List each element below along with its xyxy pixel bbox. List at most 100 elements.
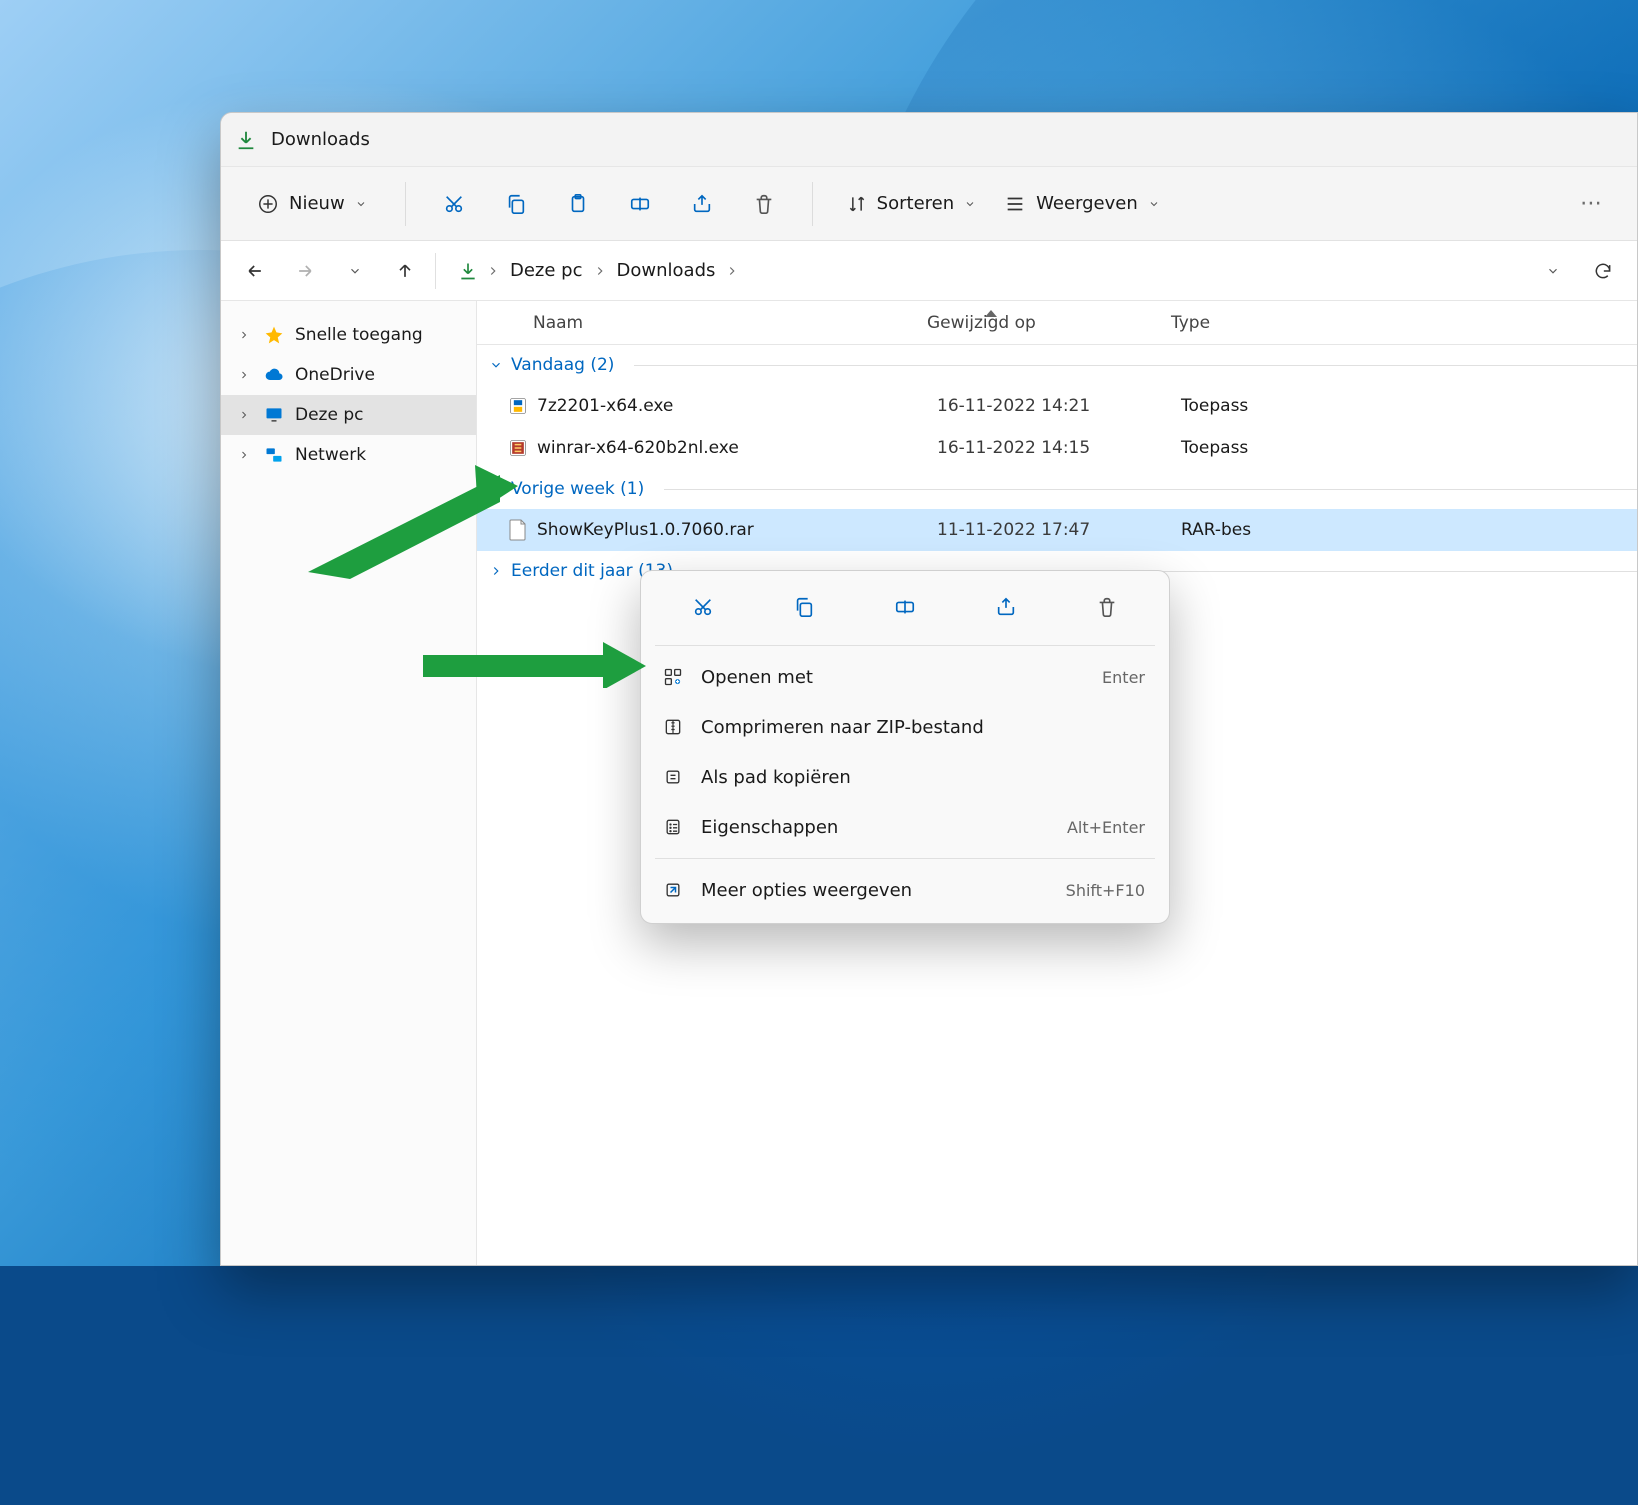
annotation-arrow: [418, 640, 648, 688]
ctx-item-label: Openen met: [691, 667, 1102, 688]
exe-icon: [503, 396, 533, 416]
sidebar: Snelle toegang OneDrive Deze pc: [221, 301, 477, 1265]
arrow-right-icon: [295, 261, 315, 281]
ctx-compress[interactable]: Comprimeren naar ZIP-bestand: [649, 702, 1161, 752]
chevron-down-icon: [489, 358, 503, 372]
overflow-button[interactable]: ⋯: [1567, 180, 1615, 228]
refresh-button[interactable]: [1583, 251, 1623, 291]
new-label: Nieuw: [289, 193, 345, 214]
ctx-more-options[interactable]: Meer opties weergeven Shift+F10: [649, 865, 1161, 915]
sidebar-item-label: Deze pc: [295, 405, 363, 425]
star-icon: [263, 325, 285, 345]
chevron-down-icon: [1546, 264, 1560, 278]
refresh-icon: [1593, 261, 1613, 281]
ctx-cut-button[interactable]: [681, 585, 725, 629]
chevron-down-icon: [355, 198, 367, 210]
sidebar-item-onedrive[interactable]: OneDrive: [221, 355, 476, 395]
toolbar: Nieuw Sorter: [221, 167, 1637, 241]
file-name: ShowKeyPlus1.0.7060.rar: [533, 520, 937, 540]
ctx-rename-button[interactable]: [883, 585, 927, 629]
cut-icon: [443, 193, 465, 215]
crumbs-dropdown[interactable]: [1533, 251, 1573, 291]
monitor-icon: [263, 405, 285, 425]
group-today[interactable]: Vandaag (2): [477, 345, 1637, 385]
breadcrumb-root[interactable]: Deze pc: [508, 256, 585, 285]
copy-icon: [505, 193, 527, 215]
back-button[interactable]: [235, 251, 275, 291]
view-button[interactable]: Weergeven: [994, 185, 1170, 223]
paste-button[interactable]: [554, 180, 602, 228]
window-title: Downloads: [271, 129, 370, 150]
network-icon: [263, 445, 285, 465]
rename-icon: [629, 193, 651, 215]
ctx-item-label: Meer opties weergeven: [691, 880, 1066, 901]
cloud-icon: [263, 365, 285, 385]
ctx-share-button[interactable]: [984, 585, 1028, 629]
file-type: Toepass: [1181, 438, 1291, 458]
column-date[interactable]: Gewijzigd op: [927, 313, 1171, 333]
column-name[interactable]: Naam: [477, 313, 927, 333]
share-icon: [691, 193, 713, 215]
ctx-open-with[interactable]: Openen met Enter: [649, 652, 1161, 702]
up-button[interactable]: [385, 251, 425, 291]
sort-icon: [847, 194, 867, 214]
chevron-right-icon: [593, 264, 607, 278]
sidebar-item-label: Snelle toegang: [295, 325, 423, 345]
file-row-selected[interactable]: ShowKeyPlus1.0.7060.rar 11-11-2022 17:47…: [477, 509, 1637, 551]
recent-button[interactable]: [335, 251, 375, 291]
arrow-left-icon: [245, 261, 265, 281]
properties-icon: [663, 817, 691, 837]
ctx-delete-button[interactable]: [1085, 585, 1129, 629]
sort-label: Sorteren: [877, 193, 954, 214]
new-button[interactable]: Nieuw: [243, 185, 381, 223]
file-row[interactable]: 7z2201-x64.exe 16-11-2022 14:21 Toepass: [477, 385, 1637, 427]
ctx-copy-path[interactable]: Als pad kopiëren: [649, 752, 1161, 802]
file-date: 16-11-2022 14:15: [937, 438, 1181, 458]
ctx-copy-button[interactable]: [782, 585, 826, 629]
exe-icon: [503, 438, 533, 458]
open-with-icon: [663, 667, 691, 687]
file-date: 16-11-2022 14:21: [937, 396, 1181, 416]
group-last-week[interactable]: Vorige week (1): [477, 469, 1637, 509]
copy-path-icon: [663, 767, 691, 787]
file-name: 7z2201-x64.exe: [533, 396, 937, 416]
sort-button[interactable]: Sorteren: [837, 185, 986, 222]
share-button[interactable]: [678, 180, 726, 228]
file-date: 11-11-2022 17:47: [937, 520, 1181, 540]
forward-button[interactable]: [285, 251, 325, 291]
file-name: winrar-x64-620b2nl.exe: [533, 438, 937, 458]
sidebar-item-quick-access[interactable]: Snelle toegang: [221, 315, 476, 355]
cut-button[interactable]: [430, 180, 478, 228]
view-icon: [1004, 193, 1026, 215]
file-row[interactable]: winrar-x64-620b2nl.exe 16-11-2022 14:15 …: [477, 427, 1637, 469]
ctx-item-shortcut: Alt+Enter: [1067, 818, 1145, 837]
rename-button[interactable]: [616, 180, 664, 228]
chevron-right-icon: [235, 369, 253, 381]
group-label: Vandaag (2): [511, 355, 614, 375]
breadcrumb-folder[interactable]: Downloads: [615, 256, 718, 285]
arrow-up-icon: [395, 261, 415, 281]
chevron-right-icon: [235, 449, 253, 461]
group-label: Vorige week (1): [511, 479, 644, 499]
share-icon: [995, 596, 1017, 618]
separator: [812, 182, 813, 226]
chevron-right-icon: [725, 264, 739, 278]
ctx-item-label: Comprimeren naar ZIP-bestand: [691, 717, 1145, 738]
sidebar-item-label: OneDrive: [295, 365, 375, 385]
titlebar: Downloads: [221, 113, 1637, 167]
trash-icon: [1096, 596, 1118, 618]
breadcrumb: Deze pc Downloads: [446, 256, 739, 285]
ctx-item-shortcut: Enter: [1102, 668, 1145, 687]
copy-button[interactable]: [492, 180, 540, 228]
separator: [405, 182, 406, 226]
column-type[interactable]: Type: [1171, 313, 1281, 333]
view-label: Weergeven: [1036, 193, 1138, 214]
chevron-right-icon: [235, 329, 253, 341]
chevron-down-icon: [348, 264, 362, 278]
ctx-item-label: Eigenschappen: [691, 817, 1067, 838]
delete-button[interactable]: [740, 180, 788, 228]
downloads-folder-icon: [235, 129, 257, 151]
ctx-properties[interactable]: Eigenschappen Alt+Enter: [649, 802, 1161, 852]
context-menu: Openen met Enter Comprimeren naar ZIP-be…: [640, 570, 1170, 924]
sidebar-item-this-pc[interactable]: Deze pc: [221, 395, 476, 435]
